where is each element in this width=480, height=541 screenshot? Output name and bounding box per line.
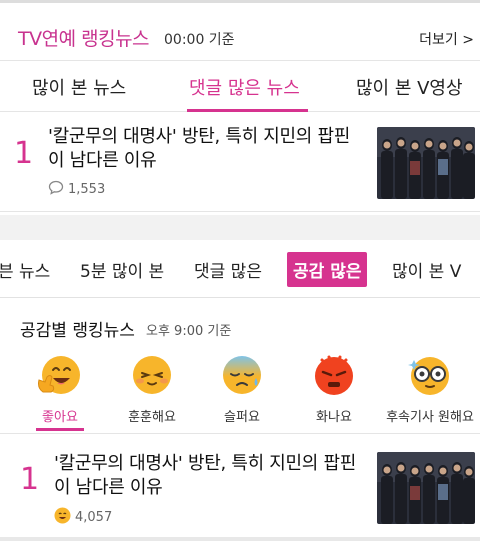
ranking-tabs: 많이 본 뉴스 댓글 많은 뉴스 많이 본 V영상 xyxy=(0,60,480,112)
tab-most-empathy[interactable]: 공감 많은 xyxy=(287,252,368,287)
empathy-warm[interactable]: 훈훈해요 xyxy=(107,352,197,425)
empathy-ranking-title: 공감별 랭킹뉴스 xyxy=(20,321,135,341)
article-title-line: 이 남다른 이유 xyxy=(48,150,157,171)
rank-number: 1 xyxy=(20,462,40,497)
tab-most-viewed-video[interactable]: 많이 본 V xyxy=(392,257,461,282)
empathy-follow-up[interactable]: 후속기사 원해요 xyxy=(382,352,478,425)
ranking-timestamp: 00:00 기준 xyxy=(164,32,235,48)
comment-icon xyxy=(48,180,64,199)
like-emoji-icon xyxy=(15,352,105,400)
ranking-category-tabs: 븐 뉴스 5분 많이 본 댓글 많은 공감 많은 많이 본 V xyxy=(0,240,480,298)
empathy-ranking-timestamp: 오후 9:00 기준 xyxy=(146,324,232,339)
list-item[interactable]: 1 '칼군무의 대명사' 방탄, 특히 지민의 팝핀 이 남다른 이유 4,05… xyxy=(0,434,480,541)
article-title-line: 이 남다른 이유 xyxy=(54,477,163,498)
empathy-angry[interactable]: 화나요 xyxy=(289,352,379,425)
article-title[interactable]: '칼군무의 대명사' 방탄, 특히 지민의 팝핀 이 남다른 이유 xyxy=(54,452,356,500)
empathy-warm-label: 훈훈해요 xyxy=(128,410,176,425)
tab-most-commented[interactable]: 댓글 많은 뉴스 xyxy=(189,74,300,100)
article-title-line: '칼군무의 대명사' 방탄, 특히 지민의 팝핀 xyxy=(48,126,350,147)
angry-emoji-icon xyxy=(289,352,379,400)
empathy-follow-up-label: 후속기사 원해요 xyxy=(386,410,474,425)
article-thumbnail[interactable] xyxy=(377,452,475,524)
warm-emoji-icon xyxy=(107,352,197,400)
article-thumbnail[interactable] xyxy=(377,127,475,199)
section-gap xyxy=(0,215,480,240)
tab-most-viewed-video[interactable]: 많이 본 V영상 xyxy=(356,74,463,100)
sad-emoji-icon xyxy=(197,352,287,400)
empathy-like[interactable]: 좋아요 xyxy=(15,352,105,425)
divider xyxy=(0,0,480,3)
tv-ranking-card: TV연예 랭킹뉴스 00:00 기준 더보기 > 많이 본 뉴스 댓글 많은 뉴… xyxy=(0,0,480,215)
article-title[interactable]: '칼군무의 대명사' 방탄, 특히 지민의 팝핀 이 남다른 이유 xyxy=(48,125,350,173)
ranking-header: TV연예 랭킹뉴스 00:00 기준 더보기 > xyxy=(0,20,480,60)
like-meta: 4,057 xyxy=(54,507,112,528)
empathy-filter-bar: 좋아요 훈훈해요 슬퍼요 화나요 후속기사 원해요 xyxy=(0,344,480,434)
tab-news-partial[interactable]: 븐 뉴스 xyxy=(0,257,50,282)
tab-5min-most-viewed[interactable]: 5분 많이 본 xyxy=(80,257,164,282)
comment-count: 1,553 xyxy=(68,182,106,197)
comment-meta: 1,553 xyxy=(48,180,105,199)
empathy-angry-label: 화나요 xyxy=(316,410,352,425)
divider xyxy=(0,537,480,541)
like-emoji-icon xyxy=(54,507,71,528)
ranking-title: TV연예 랭킹뉴스 xyxy=(18,28,150,50)
like-count: 4,057 xyxy=(75,510,113,525)
rank-number: 1 xyxy=(14,136,34,171)
tab-most-commented[interactable]: 댓글 많은 xyxy=(194,257,262,282)
tab-most-viewed[interactable]: 많이 본 뉴스 xyxy=(32,74,126,100)
empathy-sad-label: 슬퍼요 xyxy=(224,410,260,425)
active-empathy-indicator xyxy=(36,428,84,431)
empathy-like-label: 좋아요 xyxy=(42,410,78,425)
more-link[interactable]: 더보기 > xyxy=(419,29,474,49)
follow-up-emoji-icon xyxy=(382,352,478,400)
empathy-ranking-header: 공감별 랭킹뉴스 오후 9:00 기준 xyxy=(0,298,480,344)
empathy-sad[interactable]: 슬퍼요 xyxy=(197,352,287,425)
list-item[interactable]: 1 '칼군무의 대명사' 방탄, 특히 지민의 팝핀 이 남다른 이유 1,55… xyxy=(0,112,480,212)
article-title-line: '칼군무의 대명사' 방탄, 특히 지민의 팝핀 xyxy=(54,453,356,474)
